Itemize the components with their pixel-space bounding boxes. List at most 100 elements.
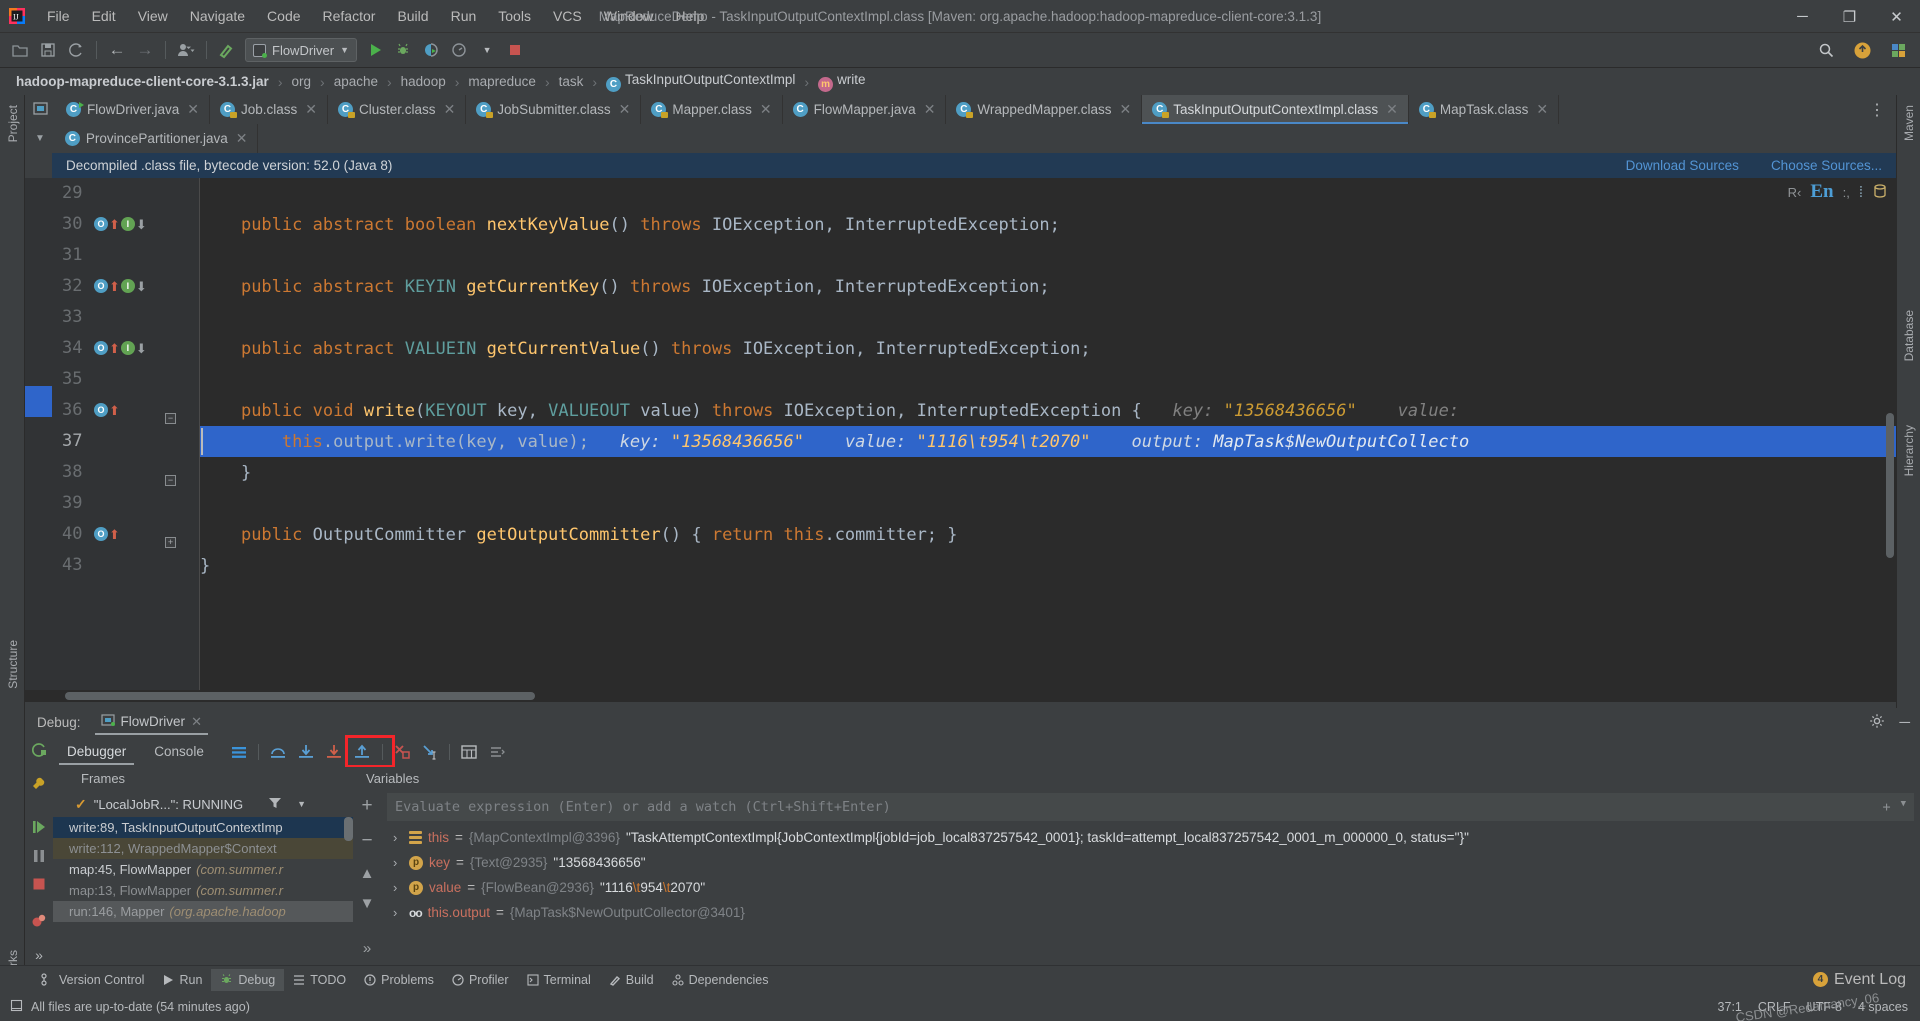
build-hammer-icon[interactable] bbox=[214, 37, 240, 63]
fold-handle-line-38[interactable]: − bbox=[165, 475, 176, 486]
remove-watch-icon[interactable]: − bbox=[361, 830, 372, 852]
stop-icon[interactable] bbox=[502, 37, 528, 63]
override-marker-icon[interactable]: O bbox=[94, 341, 108, 355]
sync-icon[interactable] bbox=[63, 37, 89, 63]
gutter-markers-line-34[interactable]: O ⬆ I ⬇ bbox=[94, 341, 147, 355]
fold-handle-line-40[interactable]: + bbox=[165, 537, 176, 548]
variable-row-value[interactable]: › p value = {FlowBean@2936} "1116\t954\t… bbox=[381, 875, 1920, 900]
minimize-button[interactable]: ─ bbox=[1779, 0, 1826, 33]
menu-file[interactable]: File bbox=[36, 5, 81, 27]
editor-tab-mapper-class[interactable]: C Mapper.class ✕ bbox=[641, 95, 783, 124]
editor-tab-provincepartitioner-java[interactable]: C ProvincePartitioner.java ✕ bbox=[54, 124, 259, 153]
tabs-overflow-icon[interactable]: ⋮ bbox=[1859, 95, 1896, 124]
frame-row[interactable]: map:13, FlowMapper (com.summer.r bbox=[53, 880, 353, 901]
override-marker-icon[interactable]: O bbox=[94, 279, 108, 293]
toolwindow-dependencies[interactable]: Dependencies bbox=[663, 969, 778, 991]
chevron-right-icon[interactable]: › bbox=[393, 830, 403, 845]
chevron-right-icon[interactable]: › bbox=[393, 855, 403, 870]
resume-icon[interactable] bbox=[28, 817, 50, 837]
search-icon[interactable] bbox=[1813, 37, 1839, 63]
menu-view[interactable]: View bbox=[127, 5, 179, 27]
menu-refactor[interactable]: Refactor bbox=[312, 5, 387, 27]
menu-run[interactable]: Run bbox=[440, 5, 488, 27]
variable-row-this-output[interactable]: › oo this.output = {MapTask$NewOutputCol… bbox=[381, 900, 1920, 925]
chevron-down-icon-tabs[interactable]: ▼ bbox=[35, 133, 45, 144]
tab-close-icon[interactable]: ✕ bbox=[236, 130, 248, 147]
drop-frame-icon[interactable] bbox=[389, 740, 415, 764]
override-marker-icon[interactable]: O bbox=[94, 217, 108, 231]
gutter-markers-line-40[interactable]: O ⬆ bbox=[94, 527, 120, 541]
database-icon[interactable] bbox=[1872, 183, 1888, 202]
gutter-markers-line-36[interactable]: O ⬆ bbox=[94, 403, 120, 417]
menu-navigate[interactable]: Navigate bbox=[179, 5, 256, 27]
editor-tab-cluster-class[interactable]: C Cluster.class ✕ bbox=[328, 95, 467, 124]
sidebar-item-structure[interactable]: Structure bbox=[6, 640, 20, 689]
breadcrumb-item-org[interactable]: org bbox=[292, 74, 312, 89]
gutter-markers-line-32[interactable]: O ⬆ I ⬇ bbox=[94, 279, 147, 293]
implement-marker-icon[interactable]: I bbox=[120, 341, 135, 355]
frames-scrollbar[interactable] bbox=[344, 817, 353, 841]
toolwindow-build[interactable]: Build bbox=[600, 969, 663, 991]
tab-close-icon[interactable]: ✕ bbox=[1386, 101, 1398, 118]
layout-settings-icon[interactable] bbox=[484, 740, 510, 764]
choose-sources-link[interactable]: Choose Sources... bbox=[1771, 158, 1882, 173]
tab-close-icon[interactable]: ✕ bbox=[1536, 101, 1548, 118]
implement-marker-icon[interactable]: I bbox=[120, 279, 135, 293]
event-log-label[interactable]: Event Log bbox=[1834, 971, 1906, 989]
open-folder-icon[interactable] bbox=[7, 37, 33, 63]
gutter-markers-line-30[interactable]: O ⬆ I ⬇ bbox=[94, 217, 147, 231]
code-editor[interactable]: 29 30 31 32 33 34 35 36 37 38 39 40 43 O… bbox=[25, 178, 1896, 698]
variable-row-this[interactable]: › this = {MapContextImpl@3396} "TaskAtte… bbox=[381, 825, 1920, 850]
editor-tab-flowmapper-java[interactable]: C FlowMapper.java ✕ bbox=[782, 95, 947, 124]
frame-row[interactable]: write:112, WrappedMapper$Context bbox=[53, 838, 353, 859]
variables-panel[interactable]: Evaluate expression (Enter) or add a wat… bbox=[381, 791, 1920, 965]
menu-help[interactable]: Help bbox=[665, 5, 716, 27]
rerun-icon[interactable] bbox=[28, 740, 50, 760]
fold-handle-line-36[interactable]: − bbox=[165, 413, 176, 424]
editor-tab-maptask-class[interactable]: C MapTask.class ✕ bbox=[1408, 95, 1560, 124]
editor-inspection-widget[interactable]: R‹ En :, ⁞ bbox=[1746, 178, 1896, 206]
more-icon[interactable]: » bbox=[28, 945, 50, 965]
debug-icon[interactable] bbox=[390, 37, 416, 63]
sidebar-item-database[interactable]: Database bbox=[1902, 310, 1916, 361]
download-sources-link[interactable]: Download Sources bbox=[1626, 158, 1739, 173]
breadcrumb-item-apache[interactable]: apache bbox=[334, 74, 378, 89]
settings-wrench-icon[interactable] bbox=[28, 775, 50, 795]
tab-close-icon[interactable]: ✕ bbox=[619, 101, 631, 118]
breadcrumb-method[interactable]: m write bbox=[818, 72, 866, 92]
editor-gutter[interactable]: 29 30 31 32 33 34 35 36 37 38 39 40 43 O… bbox=[52, 178, 200, 698]
filter-icon[interactable] bbox=[268, 796, 282, 813]
thread-selector[interactable]: ✓ "LocalJobR...": RUNNING ▼ bbox=[53, 791, 353, 817]
inspection-language-badge[interactable]: En bbox=[1810, 181, 1833, 203]
sidebar-item-project[interactable]: Project bbox=[6, 105, 20, 142]
toolwindow-version-control[interactable]: Version Control bbox=[32, 969, 153, 991]
toolwindow-debug[interactable]: Debug bbox=[211, 968, 285, 991]
override-marker-icon[interactable]: O bbox=[94, 527, 108, 541]
editor-tab-taskinputoutputcontextimpl-class[interactable]: C TaskInputOutputContextImpl.class ✕ bbox=[1142, 95, 1409, 124]
menu-tools[interactable]: Tools bbox=[487, 5, 542, 27]
editor-horizontal-scrollbar[interactable] bbox=[65, 692, 535, 700]
step-out-icon[interactable] bbox=[349, 740, 375, 764]
update-badge-icon[interactable] bbox=[1849, 37, 1875, 63]
event-log-area[interactable]: 4 Event Log bbox=[1812, 971, 1920, 989]
toolwindow-terminal[interactable]: Terminal bbox=[518, 969, 600, 991]
tab-close-icon[interactable]: ✕ bbox=[760, 101, 772, 118]
editor-tab-jobsubmitter-class[interactable]: C JobSubmitter.class ✕ bbox=[466, 95, 642, 124]
close-button[interactable]: ✕ bbox=[1873, 0, 1920, 33]
tab-close-icon[interactable]: ✕ bbox=[1120, 101, 1132, 118]
breadcrumb-jar[interactable]: hadoop-mapreduce-client-core-3.1.3.jar bbox=[16, 74, 269, 89]
variable-row-key[interactable]: › p key = {Text@2935} "13568436656" bbox=[381, 850, 1920, 875]
override-marker-icon[interactable]: O bbox=[94, 403, 108, 417]
force-step-into-icon[interactable] bbox=[321, 740, 347, 764]
step-into-icon[interactable] bbox=[293, 740, 319, 764]
menu-edit[interactable]: Edit bbox=[81, 5, 127, 27]
tab-console[interactable]: Console bbox=[140, 739, 218, 765]
debug-session-tab[interactable]: FlowDriver ✕ bbox=[93, 709, 210, 735]
move-down-icon[interactable]: ▼ bbox=[360, 895, 375, 912]
tab-close-icon[interactable]: ✕ bbox=[187, 101, 199, 118]
run-to-cursor-icon[interactable] bbox=[417, 740, 443, 764]
back-icon[interactable]: ← bbox=[104, 37, 130, 63]
settings-gear-icon[interactable] bbox=[1869, 713, 1885, 732]
implement-marker-icon[interactable]: I bbox=[120, 217, 135, 231]
chevron-down-icon-eval[interactable]: ▼ bbox=[1901, 799, 1906, 815]
